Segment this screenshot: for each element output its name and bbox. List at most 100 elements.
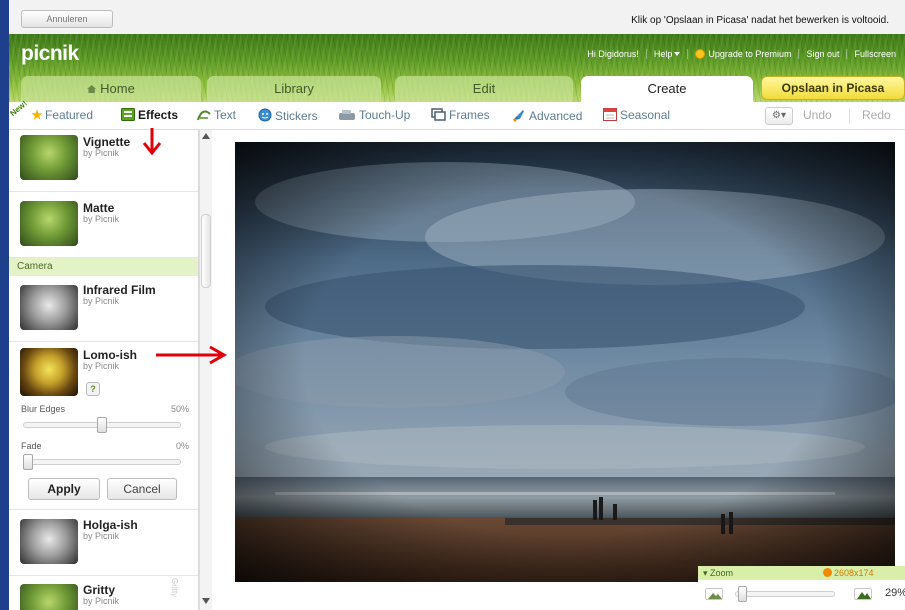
home-icon [87,85,97,93]
undo-button[interactable]: Undo [803,108,832,122]
effect-item-vignette[interactable]: Vignette by Picnik [9,130,198,192]
image-dimensions: 2608x174 [823,566,874,580]
chevron-down-icon [674,52,681,56]
fade-value: 0% [175,441,189,451]
effect-thumbnail [20,584,78,610]
effect-byline: by Picnik [83,596,120,606]
collapse-triangle-icon: ▾ [703,568,711,578]
effect-name: Vignette [83,135,131,149]
zoom-out-button[interactable] [705,588,723,600]
zoom-slider-track[interactable] [735,591,835,597]
effects-icon [121,108,135,121]
upgrade-label: Upgrade to Premium [708,49,792,59]
effect-item-matte[interactable]: Matte by Picnik [9,192,198,258]
fullscreen-link[interactable]: Fullscreen [846,49,903,59]
sign-out-link[interactable]: Sign out [798,49,846,59]
tab-stickers[interactable]: Stickers [258,108,318,123]
picnik-editor-window: Annuleren Klik op 'Opslaan in Picasa' na… [0,0,905,610]
zoom-panel: ▾ Zoom 2608x174 29% [698,566,905,610]
tab-home[interactable]: Home [21,76,201,102]
tab-seasonal[interactable]: Seasonal [603,108,670,122]
scroll-thumb[interactable] [201,214,211,288]
window-edge [0,0,9,610]
effect-name: Gritty [83,583,116,597]
stickers-icon [258,108,272,122]
calendar-icon [603,108,617,121]
mountain-small-icon [708,593,722,599]
cancel-button[interactable]: Cancel [107,478,177,500]
effect-byline: by Picnik [83,148,120,158]
tab-frames[interactable]: Frames [431,108,490,122]
effect-thumbnail [20,348,78,396]
effects-panel: Vignette by Picnik Matte by Picnik Camer… [9,130,199,610]
blur-edges-label: Blur Edges [21,404,66,414]
tab-home-label: Home [100,81,135,96]
effect-thumbnail [20,201,78,246]
zoom-slider[interactable] [737,586,747,602]
effect-byline: by Picnik [83,361,120,371]
account-links: Hi Digidorus! Help Upgrade to Premium Si… [580,49,903,59]
blur-edges-value: 50% [170,404,189,414]
tab-touch-up[interactable]: Touch-Up [338,108,410,122]
tab-advanced[interactable]: Advanced [511,108,582,123]
zoom-header[interactable]: ▾ Zoom [698,566,905,580]
effect-item-gritty[interactable]: Gritty by Picnik Gritty [9,576,198,610]
tab-featured-label: Featured [45,108,94,122]
top-bar: Annuleren Klik op 'Opslaan in Picasa' na… [9,0,905,34]
annotation-arrow-right-icon [156,345,228,365]
tab-effects[interactable]: Effects [121,108,178,122]
effect-thumbnail [20,285,78,330]
effect-name: Infrared Film [83,283,156,297]
coin-icon [695,49,706,59]
effect-thumbnail [20,135,78,180]
tab-frames-label: Frames [449,108,490,122]
fade-track[interactable] [23,459,181,465]
tab-edit[interactable]: Edit [395,76,573,102]
photo-canvas [213,130,905,610]
effect-thumbnail [20,519,78,564]
help-menu[interactable]: Help [645,49,688,59]
zoom-percent: 29% [885,587,905,599]
save-to-picasa-button[interactable]: Opslaan in Picasa [761,76,905,100]
fade-label: Fade [21,441,42,451]
tab-effects-label: Effects [138,108,179,122]
picnik-logo: picnik [21,42,79,65]
apply-button[interactable]: Apply [28,478,100,500]
cancel-top-button[interactable]: Annuleren [21,10,113,28]
instruction-message: Klik op 'Opslaan in Picasa' nadat het be… [631,15,889,26]
zoom-label: Zoom [710,568,734,578]
beach-photo-image [235,142,895,582]
rocket-icon [513,110,524,122]
image-dimensions-text: 2608x174 [834,568,874,578]
help-menu-label: Help [653,49,673,59]
settings-gear-button[interactable]: ⚙▾ [765,107,793,125]
fade-slider[interactable] [23,454,33,470]
effect-name: Holga-ish [83,518,138,532]
effect-name: Lomo-ish [83,348,137,362]
effect-item-infrared-film[interactable]: Infrared Film by Picnik [9,276,198,342]
tab-touch-up-label: Touch-Up [359,108,411,122]
scroll-down-arrow-icon[interactable] [202,598,210,604]
mountain-large-icon [857,592,871,599]
effect-name: Matte [83,201,115,215]
tab-library[interactable]: Library [207,76,381,102]
tab-create[interactable]: Create [581,76,753,102]
upgrade-premium-link[interactable]: Upgrade to Premium [687,49,798,59]
beach-photo[interactable] [235,142,895,582]
scroll-up-arrow-icon[interactable] [202,133,210,139]
blur-edges-slider[interactable] [97,417,107,433]
new-badge: New! [8,98,29,119]
tab-text[interactable]: Text [197,108,236,122]
tab-seasonal-label: Seasonal [620,108,671,122]
tab-stickers-label: Stickers [275,109,318,123]
tab-featured[interactable]: Featured [31,108,93,122]
greeting-link[interactable]: Hi Digidorus! [580,49,646,59]
effect-help-button[interactable]: ? [86,382,100,396]
redo-button[interactable]: Redo [862,108,891,122]
effects-scrollbar[interactable] [199,130,212,610]
toolbar-divider [849,108,850,124]
side-tag: Gritty [170,578,179,598]
zoom-in-button[interactable] [854,588,872,600]
tab-text-label: Text [214,108,237,122]
effect-item-holga-ish[interactable]: Holga-ish by Picnik [9,510,198,576]
